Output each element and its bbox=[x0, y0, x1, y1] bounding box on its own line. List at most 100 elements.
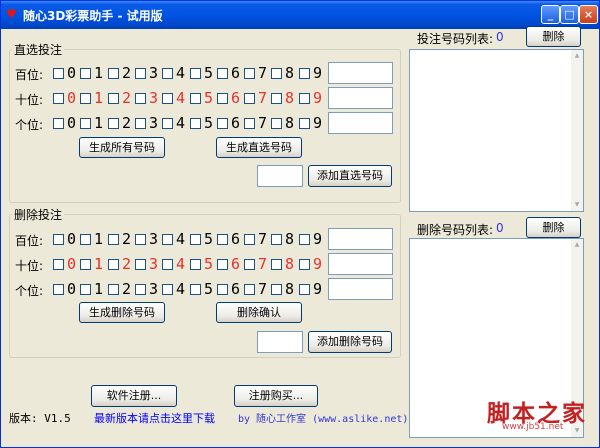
direct-digit-label: 5 bbox=[204, 64, 214, 82]
direct-row-input[interactable] bbox=[328, 62, 393, 84]
delete-checkbox[interactable] bbox=[190, 234, 201, 245]
direct-checkbox[interactable] bbox=[244, 93, 255, 104]
delete-checkbox[interactable] bbox=[53, 234, 64, 245]
direct-checkbox[interactable] bbox=[53, 93, 64, 104]
delete-row-input[interactable] bbox=[328, 253, 393, 275]
delete-checkbox[interactable] bbox=[162, 284, 173, 295]
generate-direct-button[interactable]: 生成直选号码 bbox=[216, 137, 302, 158]
direct-checkbox[interactable] bbox=[217, 93, 228, 104]
direct-checkbox[interactable] bbox=[271, 93, 282, 104]
delete-checkbox[interactable] bbox=[217, 259, 228, 270]
direct-row-input[interactable] bbox=[328, 87, 393, 109]
direct-checkbox[interactable] bbox=[299, 118, 310, 129]
direct-checkbox[interactable] bbox=[53, 68, 64, 79]
scroll-up-icon[interactable]: ▲ bbox=[572, 51, 582, 61]
delete-checkbox[interactable] bbox=[217, 284, 228, 295]
direct-checkbox[interactable] bbox=[299, 68, 310, 79]
direct-checkbox[interactable] bbox=[53, 118, 64, 129]
delete-checkbox[interactable] bbox=[53, 259, 64, 270]
direct-checkbox[interactable] bbox=[190, 93, 201, 104]
direct-checkbox[interactable] bbox=[299, 93, 310, 104]
bet-number-list[interactable]: ▲ ▼ bbox=[409, 49, 584, 212]
delete-checkbox[interactable] bbox=[244, 259, 255, 270]
buy-button[interactable]: 注册购买... bbox=[234, 385, 318, 407]
delete-checkbox[interactable] bbox=[190, 284, 201, 295]
direct-checkbox[interactable] bbox=[244, 68, 255, 79]
direct-checkbox[interactable] bbox=[135, 93, 146, 104]
direct-checkbox[interactable] bbox=[80, 68, 91, 79]
direct-checkbox[interactable] bbox=[271, 68, 282, 79]
direct-checkbox[interactable] bbox=[108, 118, 119, 129]
direct-checkbox[interactable] bbox=[135, 118, 146, 129]
direct-checkbox[interactable] bbox=[80, 118, 91, 129]
direct-checkbox[interactable] bbox=[190, 68, 201, 79]
register-button[interactable]: 软件注册... bbox=[91, 385, 177, 407]
direct-checkbox[interactable] bbox=[244, 118, 255, 129]
add-delete-button[interactable]: 添加删除号码 bbox=[308, 331, 392, 353]
delete-digit-label: 8 bbox=[285, 255, 295, 273]
scroll-up-icon[interactable]: ▲ bbox=[572, 240, 582, 250]
delete-remove-button[interactable]: 删除 bbox=[526, 217, 581, 238]
delete-checkbox[interactable] bbox=[108, 259, 119, 270]
delete-checkbox[interactable] bbox=[244, 284, 255, 295]
download-link[interactable]: 最新版本请点击这里下载 bbox=[94, 410, 215, 426]
delete-checkbox[interactable] bbox=[299, 284, 310, 295]
delete-digit-label: 5 bbox=[204, 230, 214, 248]
bet-list-scrollbar[interactable]: ▲ ▼ bbox=[571, 50, 583, 211]
client-area: 直选投注 百位: 0 1 2 3 4 5 6 7 8 9 十位: 0 1 2 3 4 5 6 7 8 9 个位: 0 1 2 3 4 5… bbox=[4, 26, 596, 445]
delete-checkbox[interactable] bbox=[108, 284, 119, 295]
delete-checkbox[interactable] bbox=[271, 284, 282, 295]
delete-checkbox[interactable] bbox=[190, 259, 201, 270]
scroll-down-icon[interactable]: ▼ bbox=[572, 200, 582, 210]
delete-checkbox[interactable] bbox=[162, 234, 173, 245]
credit-text: by 随心工作室 (www.aslike.net) bbox=[238, 414, 409, 425]
delete-bet-button[interactable]: 删除 bbox=[526, 26, 581, 47]
delete-checkbox[interactable] bbox=[244, 234, 255, 245]
direct-digit-label: 5 bbox=[204, 114, 214, 132]
direct-checkbox[interactable] bbox=[190, 118, 201, 129]
delete-checkbox[interactable] bbox=[299, 259, 310, 270]
delete-row-input[interactable] bbox=[328, 278, 393, 300]
direct-checkbox[interactable] bbox=[162, 118, 173, 129]
delete-list-label: 删除号码列表: bbox=[417, 223, 494, 237]
delete-digit-label: 2 bbox=[122, 280, 132, 298]
direct-checkbox[interactable] bbox=[108, 68, 119, 79]
delete-checkbox[interactable] bbox=[135, 284, 146, 295]
delete-checkbox[interactable] bbox=[162, 259, 173, 270]
delete-row-input[interactable] bbox=[328, 228, 393, 250]
window-title: 随心3D彩票助手 - 试用版 bbox=[23, 9, 163, 23]
delete-checkbox[interactable] bbox=[80, 234, 91, 245]
bet-list-label: 投注号码列表: bbox=[417, 32, 494, 46]
delete-digit-label: 6 bbox=[231, 280, 241, 298]
direct-checkbox[interactable] bbox=[135, 68, 146, 79]
maximize-button[interactable]: □ bbox=[560, 5, 579, 24]
direct-checkbox[interactable] bbox=[162, 68, 173, 79]
close-button[interactable]: × bbox=[579, 5, 598, 24]
delete-checkbox[interactable] bbox=[108, 234, 119, 245]
generate-all-button[interactable]: 生成所有号码 bbox=[79, 137, 165, 158]
delete-digit-label: 3 bbox=[149, 255, 159, 273]
confirm-delete-button[interactable]: 删除确认 bbox=[216, 302, 302, 323]
direct-checkbox[interactable] bbox=[271, 118, 282, 129]
delete-checkbox[interactable] bbox=[80, 284, 91, 295]
delete-checkbox[interactable] bbox=[80, 259, 91, 270]
direct-count-field[interactable] bbox=[257, 165, 303, 187]
generate-delete-button[interactable]: 生成删除号码 bbox=[79, 302, 165, 323]
direct-row-input[interactable] bbox=[328, 112, 393, 134]
delete-count-field[interactable] bbox=[257, 331, 303, 353]
direct-checkbox[interactable] bbox=[217, 118, 228, 129]
direct-digit-label: 2 bbox=[122, 114, 132, 132]
delete-checkbox[interactable] bbox=[135, 259, 146, 270]
direct-checkbox[interactable] bbox=[108, 93, 119, 104]
delete-checkbox[interactable] bbox=[217, 234, 228, 245]
direct-checkbox[interactable] bbox=[80, 93, 91, 104]
delete-checkbox[interactable] bbox=[271, 234, 282, 245]
delete-checkbox[interactable] bbox=[53, 284, 64, 295]
direct-checkbox[interactable] bbox=[217, 68, 228, 79]
delete-checkbox[interactable] bbox=[271, 259, 282, 270]
delete-checkbox[interactable] bbox=[135, 234, 146, 245]
add-direct-button[interactable]: 添加直选号码 bbox=[308, 165, 392, 187]
direct-checkbox[interactable] bbox=[162, 93, 173, 104]
minimize-button[interactable]: _ bbox=[541, 5, 560, 24]
delete-checkbox[interactable] bbox=[299, 234, 310, 245]
